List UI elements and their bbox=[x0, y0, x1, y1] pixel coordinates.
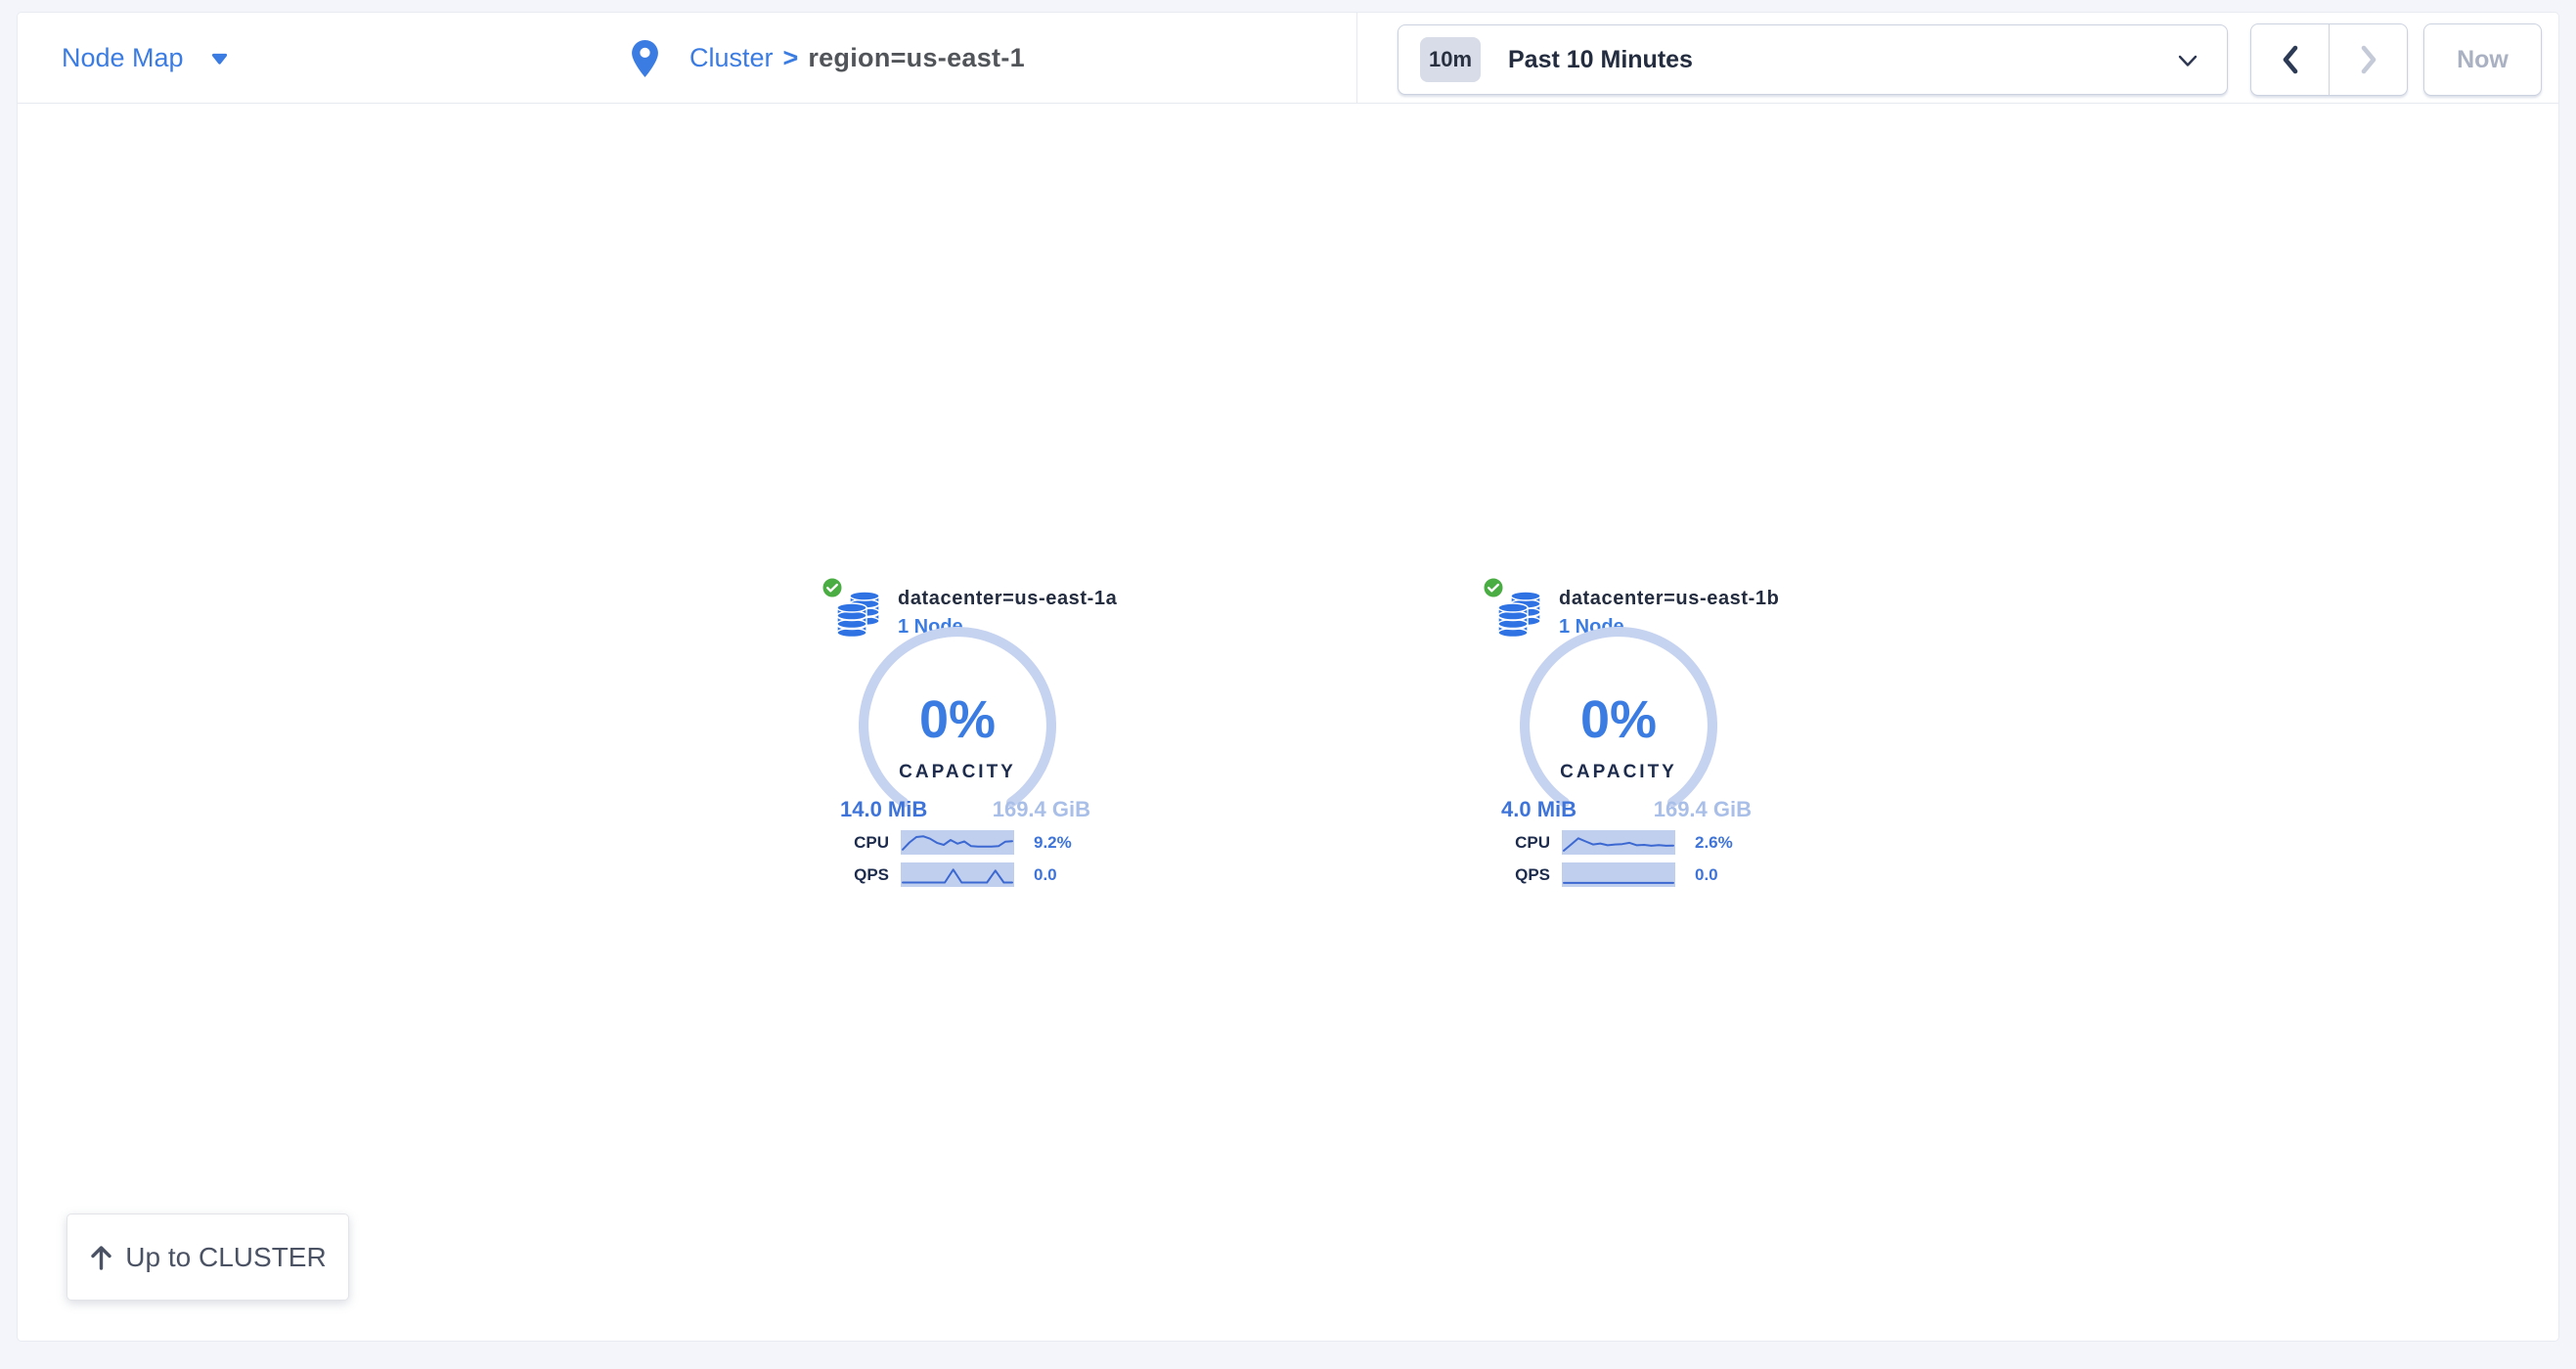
cpu-label: CPU bbox=[1482, 833, 1550, 853]
caret-down-icon bbox=[211, 53, 228, 65]
breadcrumb-separator: > bbox=[783, 43, 799, 73]
qps-metric-row: QPS 0.0 bbox=[821, 862, 1057, 887]
view-selector-dropdown[interactable]: Node Map bbox=[62, 13, 228, 104]
up-arrow-icon bbox=[89, 1244, 113, 1270]
capacity-percent: 0% bbox=[821, 689, 1094, 750]
time-range-badge: 10m bbox=[1420, 37, 1481, 82]
breadcrumb: Cluster > region=us-east-1 bbox=[632, 13, 1025, 104]
cpu-sparkline bbox=[1562, 830, 1675, 855]
up-button-label: Up to CLUSTER bbox=[125, 1242, 326, 1273]
qps-value: 0.0 bbox=[1034, 865, 1057, 885]
datacenter-card-us-east-1b[interactable]: datacenter=us-east-1b 1 Node 0% CAPACITY… bbox=[1482, 576, 1775, 899]
up-to-cluster-button[interactable]: Up to CLUSTER bbox=[67, 1214, 349, 1301]
qps-sparkline bbox=[1562, 862, 1675, 887]
qps-metric-row: QPS 0.0 bbox=[1482, 862, 1718, 887]
capacity-label: CAPACITY bbox=[821, 762, 1094, 783]
cpu-value: 2.6% bbox=[1695, 833, 1733, 853]
cpu-metric-row: CPU 9.2% bbox=[821, 830, 1072, 855]
breadcrumb-current: region=us-east-1 bbox=[808, 43, 1025, 73]
chevron-left-icon bbox=[2280, 43, 2301, 76]
breadcrumb-cluster-link[interactable]: Cluster bbox=[689, 43, 774, 73]
datacenter-title: datacenter=us-east-1b bbox=[1559, 588, 1779, 610]
cpu-label: CPU bbox=[821, 833, 889, 853]
capacity-values: 14.0 MiB 169.4 GiB bbox=[840, 797, 1090, 822]
location-pin-icon bbox=[632, 40, 658, 77]
capacity-used: 14.0 MiB bbox=[840, 797, 927, 822]
time-range-label: Past 10 Minutes bbox=[1508, 46, 1693, 74]
page-header: Node Map Cluster > region=us-east-1 10m … bbox=[18, 13, 2558, 104]
qps-sparkline bbox=[901, 862, 1014, 887]
view-selector-label: Node Map bbox=[62, 43, 184, 73]
capacity-percent: 0% bbox=[1482, 689, 1755, 750]
capacity-values: 4.0 MiB 169.4 GiB bbox=[1501, 797, 1752, 822]
datacenter-title: datacenter=us-east-1a bbox=[898, 588, 1117, 610]
capacity-total: 169.4 GiB bbox=[1654, 797, 1752, 822]
qps-value: 0.0 bbox=[1695, 865, 1718, 885]
cpu-metric-row: CPU 2.6% bbox=[1482, 830, 1733, 855]
time-nav-group bbox=[2250, 23, 2408, 96]
cpu-sparkline bbox=[901, 830, 1014, 855]
qps-label: QPS bbox=[821, 865, 889, 885]
cpu-value: 9.2% bbox=[1034, 833, 1072, 853]
time-range-dropdown[interactable]: 10m Past 10 Minutes bbox=[1398, 24, 2228, 95]
time-back-button[interactable] bbox=[2251, 24, 2330, 95]
chevron-down-icon bbox=[2178, 55, 2198, 67]
now-button[interactable]: Now bbox=[2423, 23, 2542, 96]
capacity-used: 4.0 MiB bbox=[1501, 797, 1577, 822]
datacenter-card-us-east-1a[interactable]: datacenter=us-east-1a 1 Node 0% CAPACITY… bbox=[821, 576, 1114, 899]
qps-label: QPS bbox=[1482, 865, 1550, 885]
capacity-total: 169.4 GiB bbox=[993, 797, 1090, 822]
chevron-right-icon bbox=[2358, 43, 2379, 76]
time-forward-button[interactable] bbox=[2330, 24, 2407, 95]
node-map-page: Node Map Cluster > region=us-east-1 10m … bbox=[17, 12, 2559, 1342]
capacity-label: CAPACITY bbox=[1482, 762, 1755, 783]
header-divider bbox=[1356, 13, 1357, 104]
